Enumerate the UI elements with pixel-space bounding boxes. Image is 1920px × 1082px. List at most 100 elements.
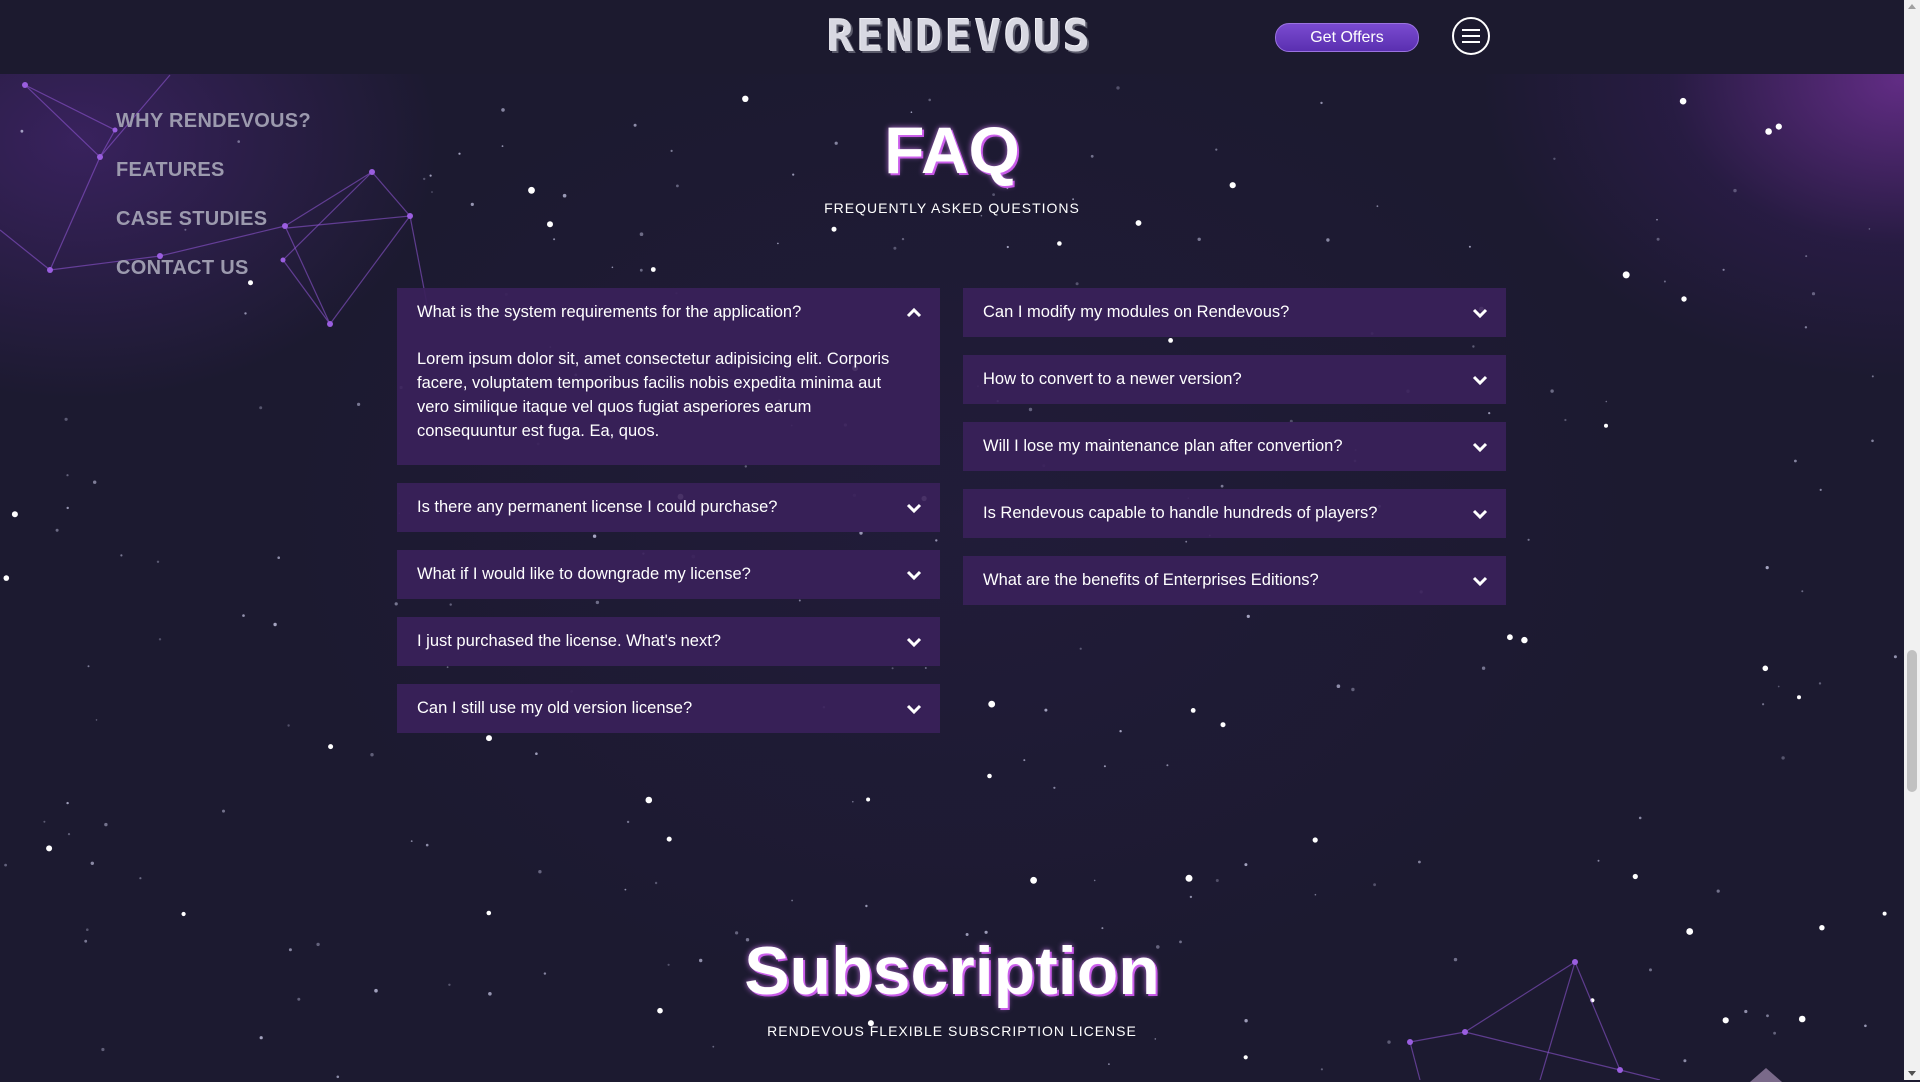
star [95, 719, 98, 721]
star [1044, 708, 1048, 712]
chevron-down-icon[interactable] [906, 636, 922, 648]
star [55, 528, 59, 532]
page-scrollbar[interactable] [1904, 0, 1920, 1080]
chevron-down-icon[interactable] [1472, 441, 1488, 453]
faq-item: I just purchased the license. What's nex… [397, 617, 940, 666]
chevron-up-icon[interactable] [906, 307, 922, 319]
star [1794, 459, 1797, 463]
subscription-title: Subscription [744, 933, 1160, 1009]
star [1101, 927, 1104, 930]
star [712, 1045, 715, 1048]
faq-item: Is there any permanent license I could p… [397, 483, 940, 532]
faq-question-header[interactable]: How to convert to a newer version? [963, 355, 1506, 404]
star [222, 809, 225, 813]
star [1079, 647, 1082, 650]
star [1893, 655, 1897, 659]
faq-title: FAQ [884, 113, 1020, 187]
star [259, 406, 263, 410]
faq-question-header[interactable]: Is there any permanent license I could p… [397, 483, 940, 532]
star [1190, 708, 1196, 713]
chevron-down-icon[interactable] [906, 502, 922, 514]
chevron-down-icon[interactable] [1472, 508, 1488, 520]
chevron-down-icon[interactable] [1472, 374, 1488, 386]
star [66, 474, 69, 477]
star [639, 268, 643, 272]
star [1189, 895, 1193, 899]
nav-item-contact-us[interactable]: CONTACT US [116, 257, 311, 280]
star [43, 820, 46, 823]
star [1716, 889, 1720, 893]
star [1135, 220, 1142, 226]
faq-question-text: I just purchased the license. What's nex… [417, 632, 721, 650]
faq-item: What if I would like to downgrade my lic… [397, 550, 940, 599]
star [1819, 925, 1825, 931]
star [1766, 1014, 1769, 1018]
faq-question-header[interactable]: What if I would like to downgrade my lic… [397, 550, 940, 599]
scroll-up-arrow-icon[interactable] [1908, 4, 1916, 9]
faq-item: Will I lose my maintenance plan after co… [963, 422, 1506, 471]
star [67, 833, 71, 836]
star [666, 836, 672, 842]
star [242, 614, 245, 617]
faq-question-header[interactable]: Can I still use my old version license? [397, 684, 940, 733]
star [66, 506, 69, 510]
chevron-down-icon[interactable] [906, 703, 922, 715]
star [901, 237, 905, 241]
star [1243, 1055, 1248, 1060]
star [1605, 400, 1608, 403]
faq-question-header[interactable]: Will I lose my maintenance plan after co… [963, 422, 1506, 471]
get-offers-button[interactable]: Get Offers [1275, 23, 1419, 52]
star [1871, 375, 1874, 378]
star [277, 556, 281, 559]
star [273, 622, 277, 627]
star [158, 638, 162, 641]
star [1663, 280, 1666, 283]
star [1632, 873, 1638, 880]
star [1550, 389, 1554, 393]
star [852, 800, 854, 803]
faq-item: What is the system requirements for the … [397, 288, 940, 465]
star [120, 554, 123, 557]
star [987, 773, 992, 779]
star [928, 98, 931, 102]
star [1244, 863, 1248, 867]
faq-question-header[interactable]: What are the benefits of Enterprises Edi… [963, 556, 1506, 605]
star [1468, 245, 1471, 248]
chevron-down-icon[interactable] [1472, 575, 1488, 587]
star [1819, 488, 1822, 491]
star [1797, 695, 1801, 700]
star [139, 877, 142, 880]
chevron-down-icon[interactable] [1472, 307, 1488, 319]
star [645, 796, 653, 804]
faq-question-text: Can I still use my old version license? [417, 699, 693, 717]
star [538, 870, 542, 874]
star [1351, 687, 1355, 692]
star [336, 1075, 340, 1079]
faq-question-header[interactable]: Is Rendevous capable to handle hundreds … [963, 489, 1506, 538]
star [357, 402, 361, 406]
scrollbar-thumb[interactable] [1907, 650, 1917, 792]
star [410, 840, 413, 842]
faq-question-text: Is there any permanent license I could p… [417, 498, 778, 516]
star [156, 560, 160, 563]
rendevous-logo[interactable]: RENDEVOUS [820, 10, 1100, 62]
star [93, 480, 97, 484]
faq-question-header[interactable]: I just purchased the license. What's nex… [397, 617, 940, 666]
star [1119, 730, 1122, 733]
faq-question-header[interactable]: Can I modify my modules on Rendevous? [963, 288, 1506, 337]
hamburger-menu-icon[interactable] [1452, 17, 1490, 55]
star [181, 911, 186, 917]
star [1166, 764, 1169, 767]
menu-line [1462, 35, 1480, 37]
star [1312, 837, 1318, 843]
star [1320, 1068, 1323, 1071]
star [64, 417, 68, 421]
star [1801, 590, 1804, 593]
star [1336, 684, 1341, 688]
scroll-down-arrow-icon[interactable] [1908, 1071, 1916, 1076]
chevron-down-icon[interactable] [906, 569, 922, 581]
star [1564, 418, 1567, 422]
star [46, 845, 53, 852]
faq-question-header[interactable]: What is the system requirements for the … [397, 288, 940, 337]
star [1722, 268, 1725, 271]
